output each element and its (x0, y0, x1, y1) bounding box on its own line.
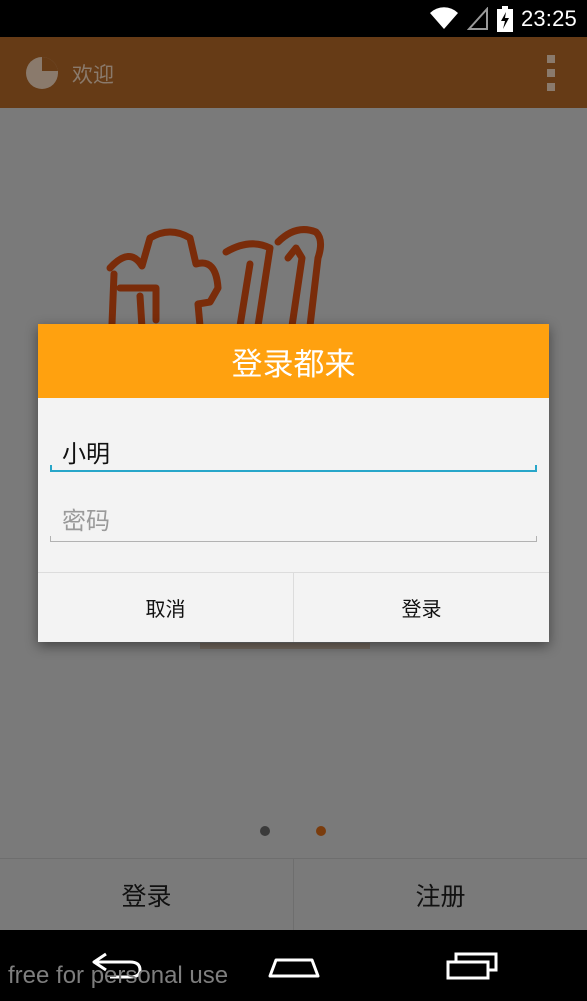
wifi-icon (429, 6, 459, 31)
battery-charging-icon (496, 5, 513, 32)
pager-dot-1[interactable] (260, 826, 270, 836)
overflow-menu-icon[interactable] (545, 55, 557, 91)
password-field (50, 502, 537, 542)
pager-dot-2-active[interactable] (316, 826, 326, 836)
bottom-action-bar: 登录 注册 (0, 858, 587, 931)
password-underline (50, 536, 537, 542)
welcome-subtitle-art (200, 643, 370, 649)
menu-dot (547, 69, 555, 77)
dialog-button-row: 取消 登录 (38, 572, 549, 642)
status-time: 23:25 (520, 5, 577, 31)
menu-dot (547, 83, 555, 91)
username-input[interactable] (50, 432, 537, 470)
dialog-title: 登录都来 (38, 324, 549, 398)
signal-icon (466, 6, 489, 31)
watermark-text: free for personal use (8, 962, 229, 989)
app-title: 欢迎 (72, 63, 114, 87)
password-input[interactable] (50, 502, 537, 540)
username-underline (50, 465, 537, 472)
username-field (50, 432, 537, 472)
bottom-login-button[interactable]: 登录 (0, 859, 293, 931)
status-bar: 23:25 (0, 0, 587, 37)
login-button[interactable]: 登录 (293, 573, 549, 642)
login-dialog: 登录都来 取消 登录 (38, 324, 549, 642)
recent-apps-icon[interactable] (444, 950, 500, 984)
cancel-button[interactable]: 取消 (38, 573, 293, 642)
menu-dot (547, 55, 555, 63)
screen: 23:25 欢迎 登录 注册 登录都来 小明 取消 登录 free for pe… (0, 0, 587, 1001)
bottom-register-button[interactable]: 注册 (293, 859, 587, 931)
action-bar: 欢迎 (0, 37, 587, 108)
status-icons: 23:25 (429, 0, 587, 37)
app-logo-icon[interactable] (24, 55, 60, 91)
home-icon[interactable] (266, 950, 322, 984)
